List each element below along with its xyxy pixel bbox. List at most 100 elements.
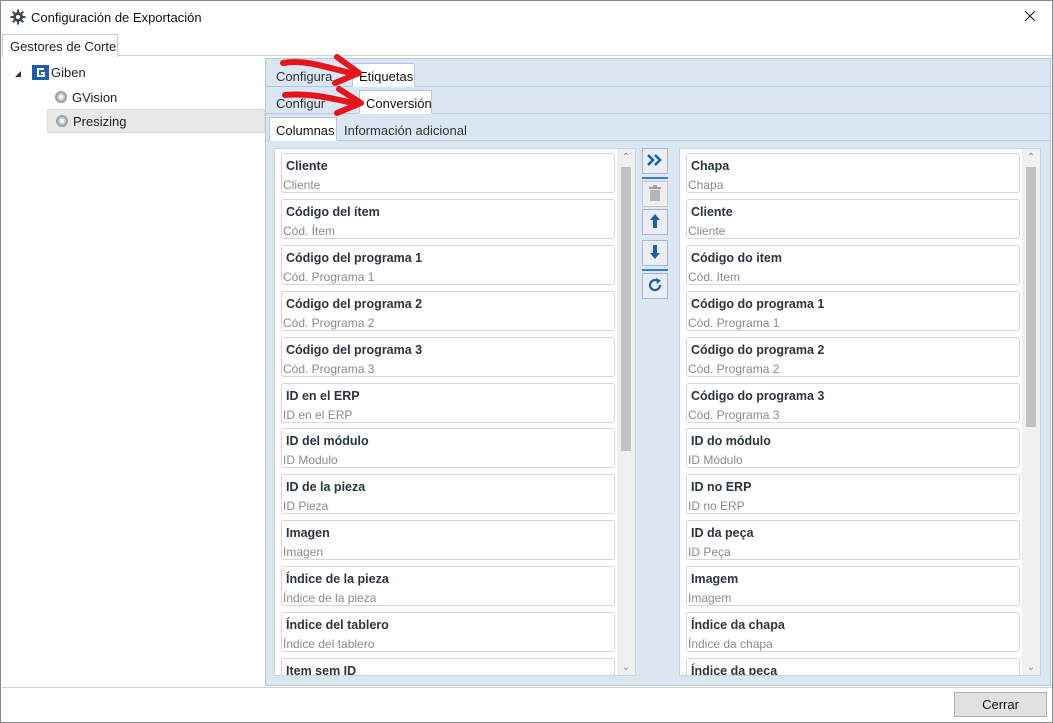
scroll-down-icon[interactable]: ⌄ (617, 659, 635, 675)
close-button[interactable]: Cerrar (954, 692, 1047, 717)
column-name: ID no ERP (691, 480, 752, 495)
column-header-text: ID en el ERP (283, 407, 353, 422)
gear-icon (10, 9, 26, 25)
list-item[interactable]: ID da peça ID Peça (686, 520, 1020, 561)
column-name: Chapa (691, 159, 730, 173)
add-all-button[interactable] (642, 148, 668, 174)
tabstrip-level1: Configura Etiquetas (266, 62, 1050, 87)
move-down-button[interactable] (642, 240, 668, 266)
selected-columns-list[interactable]: Chapa Chapa Cliente Cliente Código do item Có… (679, 148, 1041, 676)
close-window-button[interactable] (1016, 5, 1044, 29)
list-item[interactable]: Código del programa 3 Cód. Programa 3 (281, 336, 615, 377)
column-header-text: ID Peça (688, 545, 731, 560)
column-header-text: Imagen (283, 545, 324, 560)
column-header-text: Cód. Programa 2 (283, 315, 375, 330)
column-header-text: Índice de la pieza (283, 591, 377, 606)
scroll-up-icon[interactable]: ⌃ (617, 149, 635, 165)
scrollbar[interactable]: ⌃ ⌄ (617, 149, 635, 675)
list-item[interactable]: Código do programa 3 Cód. Programa 3 (686, 382, 1020, 423)
column-header-text: Cód. Programa 1 (283, 269, 375, 284)
column-name: Imagem (691, 572, 739, 587)
list-item[interactable]: Imagem Imagem (686, 566, 1020, 607)
column-header-text: Índice da chapa (688, 637, 773, 651)
column-name: Código do item (691, 250, 782, 265)
delete-button[interactable] (642, 181, 668, 207)
column-header-text: Chapa (688, 178, 724, 192)
tree-item-label: Giben (51, 64, 86, 80)
refresh-icon (647, 277, 663, 296)
column-header-text: Cliente (688, 223, 726, 238)
column-name: ID de la pieza (286, 480, 366, 495)
scrollbar[interactable]: ⌃ ⌄ (1022, 149, 1040, 675)
list-item[interactable]: Código del programa 2 Cód. Programa 2 (281, 290, 615, 331)
column-header-text: Cliente (283, 178, 321, 192)
column-header-text: Cód. Ítem (283, 223, 336, 238)
annotation-arrow-icon (280, 54, 364, 116)
column-name: ID del módulo (286, 434, 369, 449)
list-item[interactable]: Código do programa 1 Cód. Programa 1 (686, 290, 1020, 331)
list-item[interactable]: Código del programa 1 Cód. Programa 1 (281, 244, 615, 285)
trash-icon (648, 184, 662, 204)
tab-gestores-de-corte[interactable]: Gestores de Corte (2, 34, 118, 57)
tab-conversion[interactable]: Conversión (359, 90, 432, 114)
scroll-up-icon[interactable]: ⌃ (1022, 149, 1040, 165)
columns-area: Cliente Cliente Código del ítem Cód. Ítem Có… (270, 144, 1047, 684)
separator (642, 269, 668, 271)
scroll-thumb[interactable] (621, 167, 631, 451)
gear-icon (53, 89, 69, 105)
column-name: Código do programa 3 (691, 388, 825, 403)
scroll-down-icon[interactable]: ⌄ (1022, 659, 1040, 675)
column-name: Cliente (691, 204, 733, 219)
list-item[interactable]: ID del módulo ID Modulo (281, 428, 615, 469)
list-item[interactable]: Chapa Chapa (686, 153, 1020, 193)
list-item[interactable]: Código do programa 2 Cód. Programa 2 (686, 336, 1020, 377)
scroll-thumb[interactable] (1026, 167, 1036, 427)
reset-button[interactable] (642, 273, 668, 299)
column-header-text: ID Módulo (688, 453, 743, 468)
column-header-text: Índice del tablero (283, 637, 375, 651)
separator (642, 177, 668, 179)
list-item[interactable]: Imagen Imagen (281, 520, 615, 561)
column-header-text: ID Pieza (283, 499, 329, 514)
tabstrip-level2: Configur Conversión (266, 89, 1050, 114)
list-item[interactable]: Índice da peça (686, 657, 1020, 676)
export-config-window: Configuración de Exportación Gestores de… (0, 0, 1053, 723)
giben-logo-icon (32, 64, 49, 80)
list-item[interactable]: Índice da chapa Índice da chapa (686, 612, 1020, 652)
column-header-text: ID no ERP (688, 499, 745, 514)
list-item[interactable]: Índice de la pieza Índice de la pieza (281, 566, 615, 607)
column-header-text: Cód. Programa 3 (283, 361, 375, 376)
tree-item-giben[interactable]: Giben (13, 60, 253, 84)
list-item[interactable]: ID no ERP ID no ERP (686, 474, 1020, 515)
available-columns-list[interactable]: Cliente Cliente Código del ítem Cód. Ítem Có… (274, 148, 636, 676)
list-item[interactable]: Código do item Cód. Item (686, 244, 1020, 285)
column-header-text: Cód. Programa 3 (688, 407, 780, 422)
footer-divider (2, 687, 1052, 688)
expand-triangle-icon[interactable] (13, 67, 23, 77)
close-icon (1024, 10, 1036, 25)
list-item[interactable]: Cliente Cliente (686, 198, 1020, 239)
list-item[interactable]: ID do módulo ID Módulo (686, 428, 1020, 469)
list-item[interactable]: Item sem ID (281, 657, 615, 675)
move-up-button[interactable] (642, 209, 668, 235)
list-item[interactable]: Índice del tablero Índice del tablero (281, 612, 615, 652)
column-name: Código del programa 3 (286, 342, 423, 357)
list-item[interactable]: Cliente Cliente (281, 153, 615, 193)
column-header-text: Cód. Programa 2 (688, 361, 780, 376)
column-name: ID do módulo (691, 434, 771, 449)
column-name: Cliente (286, 159, 328, 173)
list-item[interactable]: ID en el ERP ID en el ERP (281, 382, 615, 423)
list-item[interactable]: Código del ítem Cód. Ítem (281, 198, 615, 239)
column-name: Código do programa 2 (691, 342, 825, 357)
column-name: ID en el ERP (286, 388, 360, 403)
column-header-text: Cód. Programa 1 (688, 315, 780, 330)
column-name: Código del programa 1 (286, 250, 423, 265)
tab-divider (117, 55, 1052, 56)
column-header-text: Cód. Item (688, 269, 741, 284)
tree-item-presizing[interactable]: Presizing (47, 109, 265, 133)
arrow-up-icon (649, 213, 661, 232)
tree-item-gvision[interactable]: GVision (49, 85, 263, 109)
column-name: Índice da peça (691, 663, 778, 676)
column-name: Índice del tablero (286, 618, 389, 632)
list-item[interactable]: ID de la pieza ID Pieza (281, 474, 615, 515)
